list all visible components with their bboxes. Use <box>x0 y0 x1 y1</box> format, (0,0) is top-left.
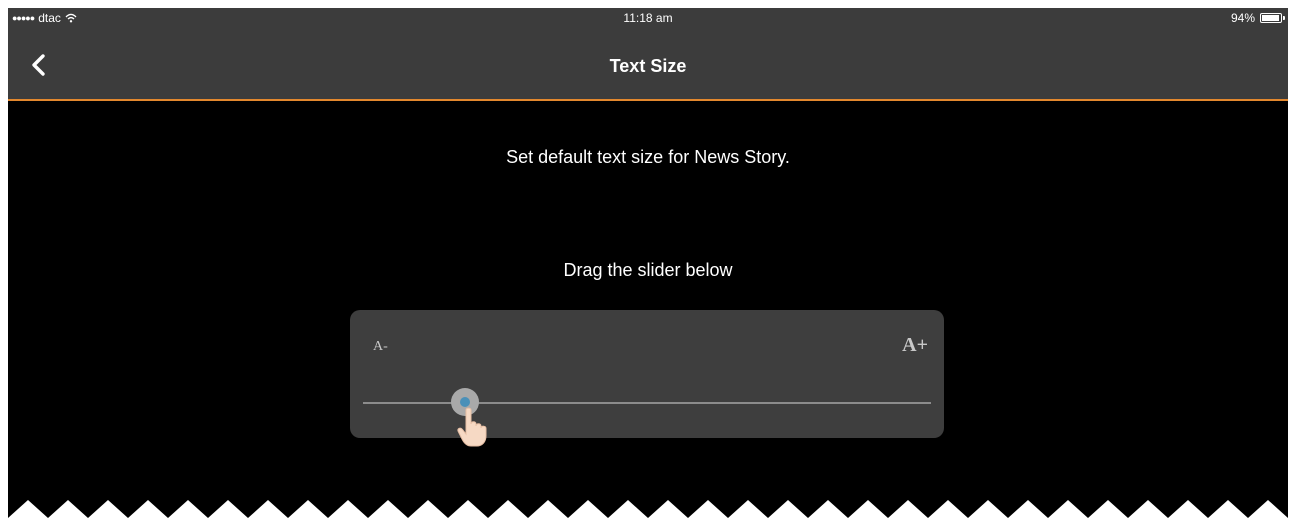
zigzag-divider <box>8 500 1288 518</box>
decrease-size-label: A- <box>373 339 388 354</box>
slider-thumb[interactable] <box>451 388 480 416</box>
status-bar: ●●●●● dtac 11:18 am 94% <box>8 8 1288 29</box>
instruction-text: Drag the slider below <box>563 260 733 280</box>
increase-size-label: A+ <box>902 334 928 356</box>
battery-icon <box>1260 13 1285 23</box>
back-button[interactable] <box>22 48 56 82</box>
chevron-left-icon <box>32 54 45 76</box>
page-title: Text Size <box>609 56 687 76</box>
status-right: 94% <box>1230 11 1285 25</box>
battery-tip <box>1283 16 1285 20</box>
battery-level-fill <box>1262 15 1279 21</box>
status-time: 11:18 am <box>623 11 673 25</box>
text-size-slider-track[interactable] <box>363 388 931 447</box>
navigation-bar: Text Size <box>8 29 1288 101</box>
app-screen: ●●●●● dtac 11:18 am 94% Text Size Set de… <box>8 8 1288 518</box>
battery-percent: 94% <box>1230 11 1255 25</box>
text-size-slider-panel: A- A+ <box>350 310 944 447</box>
description-text: Set default text size for News Story. <box>506 147 790 167</box>
